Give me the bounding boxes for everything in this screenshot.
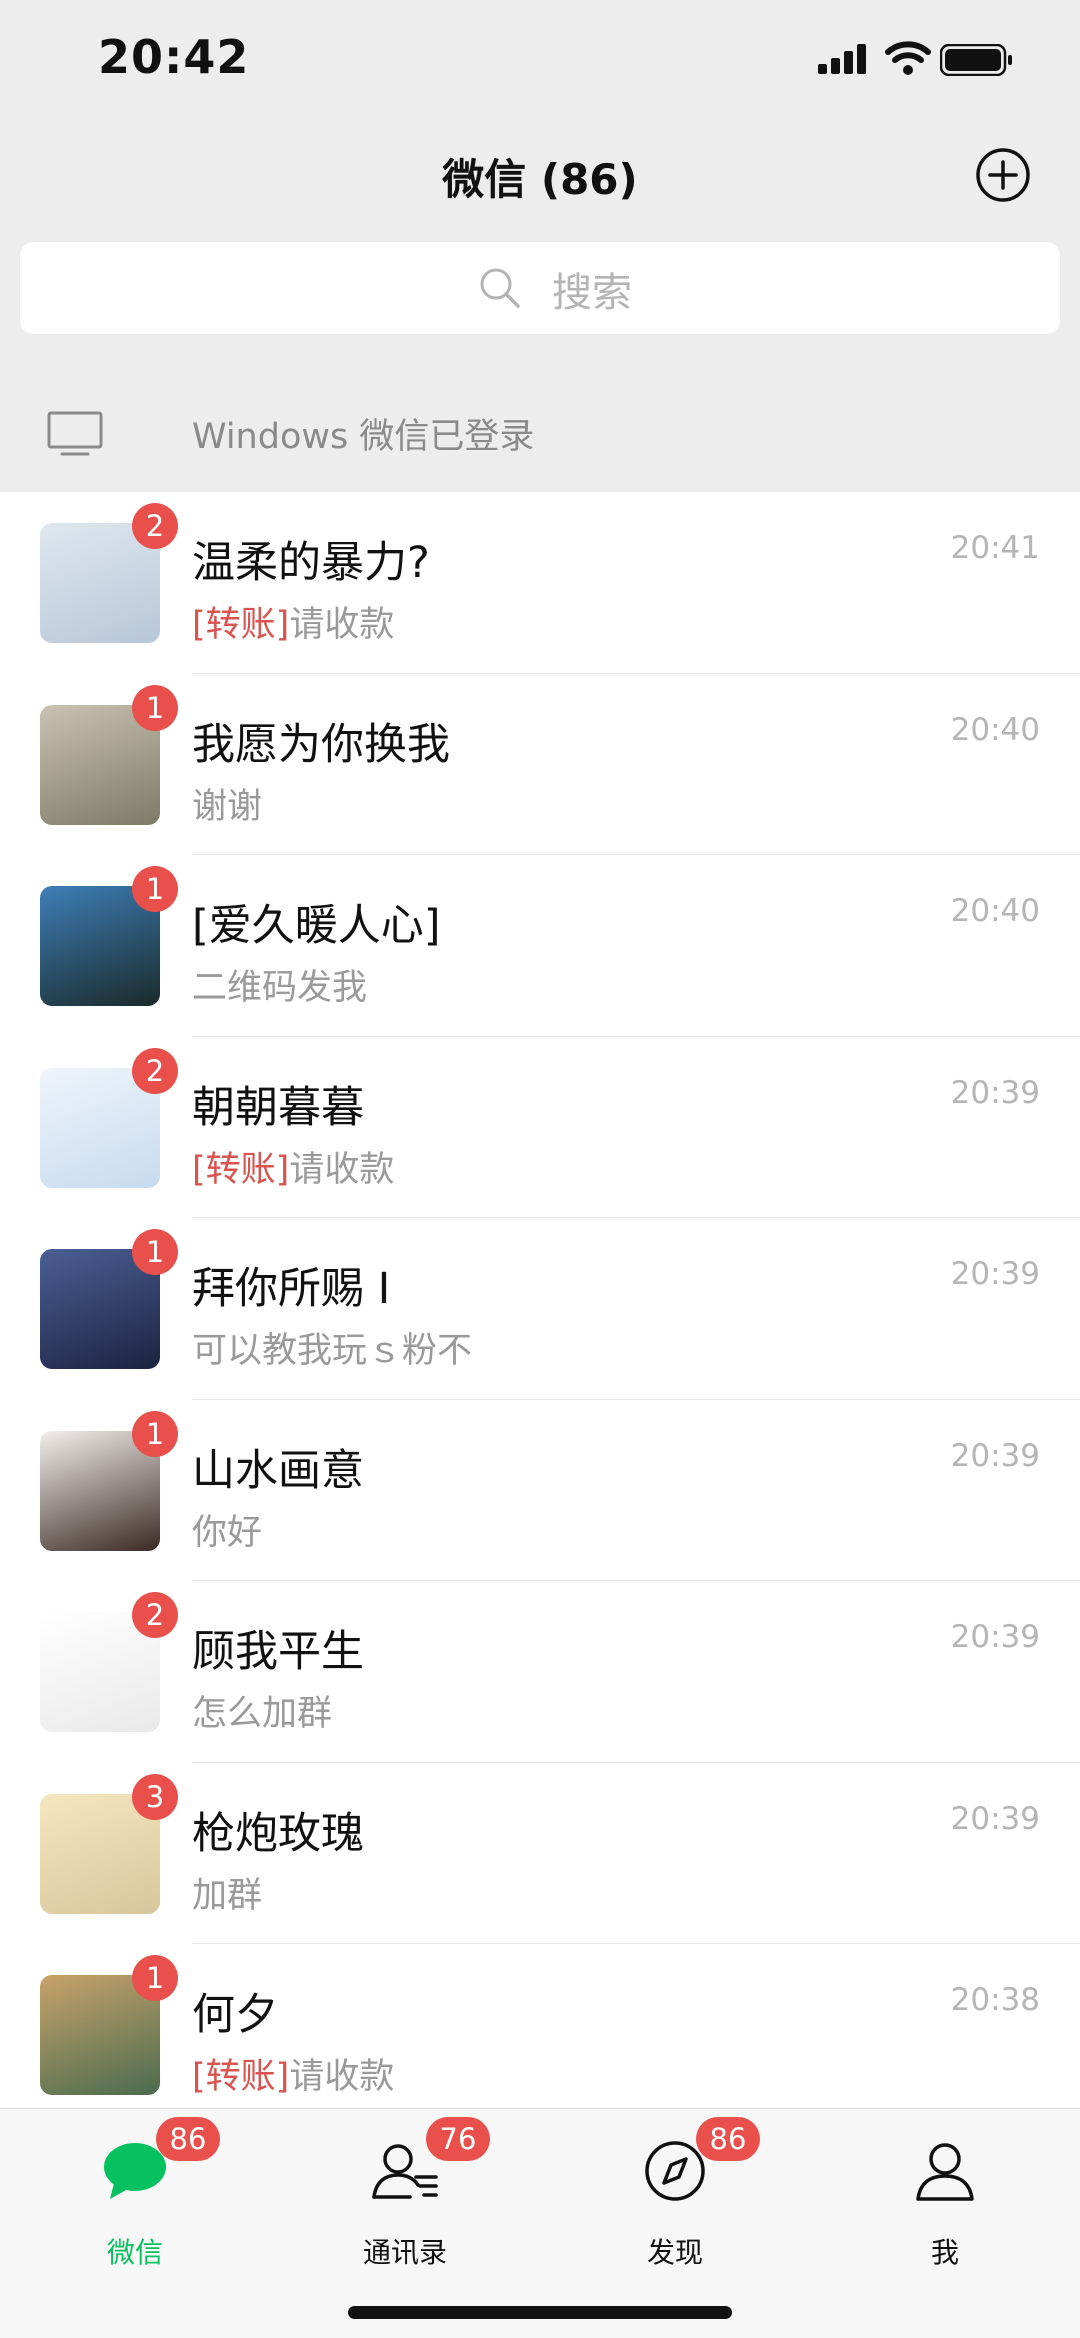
unread-badge: 1 [132,684,178,731]
home-indicator [348,2306,732,2319]
chat-row[interactable]: 3 枪炮玫瑰 加群 20:39 [0,1762,1080,1944]
chat-name: 枪炮玫瑰 [192,1808,364,1859]
chat-row[interactable]: 2 顾我平生 怎么加群 20:39 [0,1581,1080,1763]
chat-preview: 你好 [192,1504,262,1555]
chat-name: 何夕 [192,1990,278,2040]
chat-time: 20:39 [950,1437,1040,1474]
chat-row[interactable]: 2 温柔的暴力? [转账]请收款 20:41 [0,492,1080,674]
chat-message: 请收款 [289,2057,395,2097]
unread-badge: 1 [132,1229,178,1275]
chat-preview: [转账]请收款 [192,596,394,647]
chat-time: 20:39 [950,1619,1040,1655]
search-placeholder: 搜索 [552,270,632,316]
windows-login-bar[interactable]: Windows 微信已登录 [0,368,1080,493]
tab-label: 微信 [106,2236,163,2269]
chat-time: 20:40 [950,711,1040,748]
transfer-tag: [转账] [192,1149,290,1190]
tab-badge: 86 [696,2117,760,2161]
tab-contacts[interactable]: 76 通讯录 [270,2109,540,2338]
chat-message: 请收款 [289,605,395,645]
chat-message: 谢谢 [192,786,263,827]
tab-me[interactable]: 我 [810,2109,1080,2338]
chat-name: 朝朝暮暮 [192,1082,364,1133]
unread-badge: 2 [132,1047,178,1094]
tab-badge: 86 [156,2117,220,2161]
chat-name: 温柔的暴力? [192,538,430,588]
chat-time: 20:39 [950,1074,1040,1111]
tab-label: 通讯录 [362,2236,447,2269]
tab-label: 我 [930,2236,959,2269]
status-bar: 20:42 [0,0,1080,120]
chat-row[interactable]: 2 朝朝暮暮 [转账]请收款 20:39 [0,1036,1080,1218]
person-icon [916,2143,974,2201]
chat-preview: [转账]请收款 [192,2048,394,2099]
chat-name: [爱久暖人心] [192,901,441,951]
chat-name: 我愿为你换我 [192,719,450,770]
chat-list: 2 温柔的暴力? [转账]请收款 20:41 1 我愿为你换我 谢谢 20:40… [0,492,1080,2126]
status-time: 20:42 [98,30,250,84]
chat-time: 20:40 [950,893,1040,929]
chat-row[interactable]: 1 何夕 [转账]请收款 20:38 [0,1944,1080,2126]
chat-message: 加群 [192,1875,263,1916]
search-area: 搜索 [0,236,1080,368]
tab-chats[interactable]: 86 微信 [0,2109,270,2338]
add-circle-icon[interactable] [974,146,1032,204]
cellular-signal-icon [818,44,866,74]
chat-name: 拜你所赐 I [192,1264,391,1314]
search-input[interactable]: 搜索 [20,242,1060,334]
wifi-icon [885,41,931,75]
transfer-tag: [转账] [192,2057,290,2097]
chat-time: 20:39 [950,1256,1040,1292]
chat-preview: [转账]请收款 [192,1141,394,1192]
chat-message: 二维码发我 [192,968,368,1008]
unread-badge: 2 [132,1592,178,1638]
search-icon [480,268,520,308]
transfer-tag: [转账] [192,605,290,645]
tab-bar: 86 微信 76 通讯录 86 发现 我 [0,2108,1080,2338]
chat-message: 你好 [192,1512,263,1553]
chat-row[interactable]: 1 拜你所赐 I 可以教我玩ｓ粉不 20:39 [0,1218,1080,1400]
unread-badge: 2 [132,503,178,549]
unread-badge: 3 [132,1773,178,1820]
chat-preview: 加群 [192,1867,262,1918]
windows-login-text: Windows 微信已登录 [192,417,535,457]
battery-icon [940,44,1012,76]
tab-label: 发现 [646,2236,703,2269]
monitor-icon [47,411,103,456]
chat-row[interactable]: 1 我愿为你换我 谢谢 20:40 [0,673,1080,855]
chat-row[interactable]: 1 山水画意 你好 20:39 [0,1399,1080,1581]
chat-time: 20:41 [950,530,1040,566]
header: 微信 (86) [0,120,1080,236]
unread-badge: 1 [132,1955,178,2001]
chat-name: 顾我平生 [192,1627,364,1677]
chat-message: 可以教我玩ｓ粉不 [192,1331,473,1371]
chat-row[interactable]: 1 [爱久暖人心] 二维码发我 20:40 [0,855,1080,1037]
unread-badge: 1 [132,1410,178,1457]
chat-preview: 怎么加群 [192,1685,332,1736]
chat-name: 山水画意 [192,1445,364,1496]
chat-message: 怎么加群 [192,1694,333,1734]
chat-preview: 谢谢 [192,778,262,829]
page-title: 微信 (86) [442,155,638,204]
tab-discover[interactable]: 86 发现 [540,2109,810,2338]
unread-badge: 1 [132,866,178,912]
chat-time: 20:39 [950,1800,1040,1837]
chat-preview: 可以教我玩ｓ粉不 [192,1322,472,1373]
chat-time: 20:38 [950,1982,1040,2018]
tab-badge: 76 [426,2117,490,2161]
chat-preview: 二维码发我 [192,959,367,1010]
chat-message: 请收款 [289,1149,395,1190]
